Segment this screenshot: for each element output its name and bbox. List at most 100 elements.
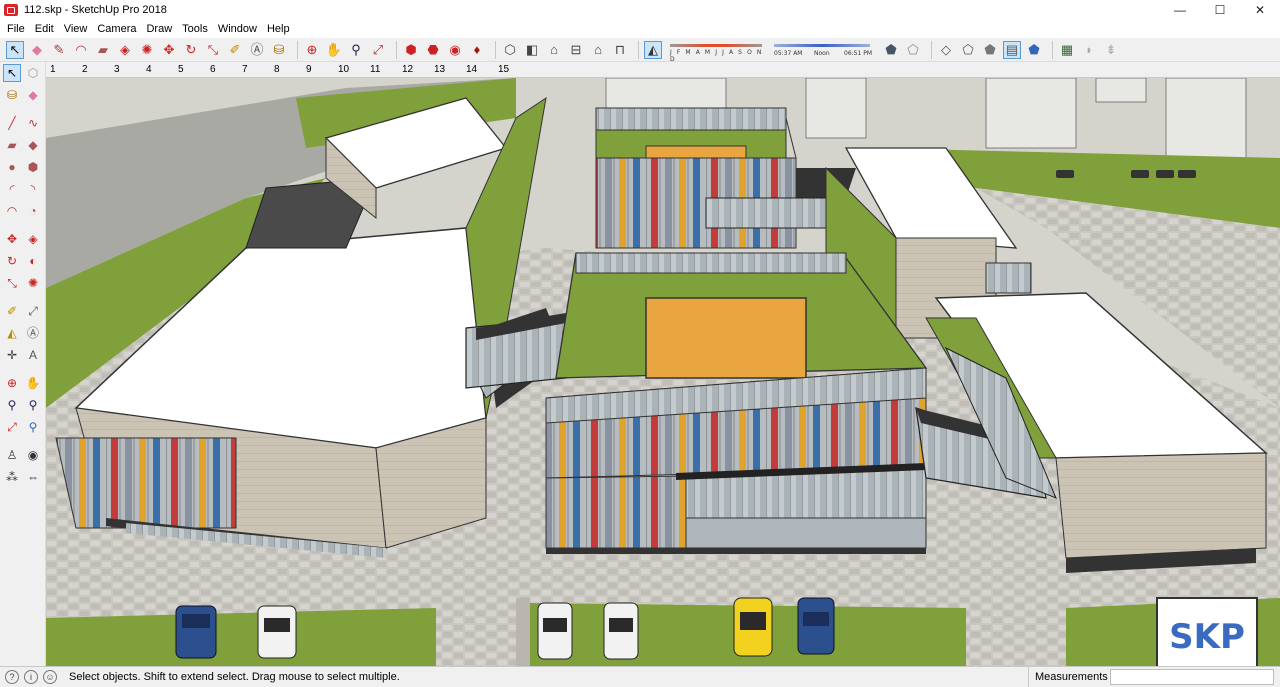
menu-view[interactable]: View — [59, 20, 93, 38]
minimize-button[interactable]: — — [1160, 0, 1200, 20]
scene-tab[interactable]: 11 — [366, 64, 398, 75]
shadow-time-slider[interactable]: 05:37 AM Noon 06:51 PM — [772, 41, 872, 59]
credits-icon[interactable]: i — [24, 669, 38, 684]
three-point-arc-icon[interactable]: ◠ — [3, 202, 21, 220]
eraser-tool-icon[interactable]: ◆ — [28, 41, 46, 59]
look-around-icon[interactable]: ◉ — [24, 446, 42, 464]
orbit-tool-icon[interactable]: ⊕ — [303, 41, 321, 59]
pan-tool-icon[interactable]: ✋ — [325, 41, 343, 59]
geo-location-icon[interactable]: ? — [5, 669, 19, 684]
right-view-icon[interactable]: ⊟ — [567, 41, 585, 59]
paint-bucket-tool-icon[interactable]: ⛁ — [270, 41, 288, 59]
left-view-icon[interactable]: ⊓ — [611, 41, 629, 59]
scale-icon[interactable]: ⤡ — [3, 274, 21, 292]
extension-warehouse-icon[interactable]: ◉ — [446, 41, 464, 59]
components-icon[interactable]: ⬣ — [424, 41, 442, 59]
ruby-icon[interactable]: ♦ — [468, 41, 486, 59]
push-pull-tool-icon[interactable]: ◈ — [116, 41, 134, 59]
pan-icon[interactable]: ✋ — [24, 374, 42, 392]
scene-tab[interactable]: 15 — [494, 64, 526, 75]
zoom-icon[interactable]: ⚲ — [3, 396, 21, 414]
menu-draw[interactable]: Draw — [141, 20, 177, 38]
move-icon[interactable]: ✥ — [3, 230, 21, 248]
shadows-toggle-icon[interactable]: ◭ — [644, 40, 662, 59]
menu-tools[interactable]: Tools — [177, 20, 213, 38]
push-pull-icon[interactable]: ◈ — [24, 230, 42, 248]
scene-tab[interactable]: 7 — [238, 64, 270, 75]
scene-tab[interactable]: 4 — [142, 64, 174, 75]
scene-tab[interactable]: 6 — [206, 64, 238, 75]
eraser-icon[interactable]: ◆ — [24, 86, 42, 104]
close-button[interactable]: ✕ — [1240, 0, 1280, 20]
make-component-icon[interactable]: ⬡ — [24, 64, 42, 82]
shaded-style-icon[interactable]: ⬟ — [981, 41, 999, 59]
two-point-arc-icon[interactable]: ◝ — [24, 180, 42, 198]
menu-edit[interactable]: Edit — [30, 20, 59, 38]
offset-icon[interactable]: ✺ — [24, 274, 42, 292]
orbit-icon[interactable]: ⊕ — [3, 374, 21, 392]
axes-icon[interactable]: ✛ — [3, 346, 21, 364]
xray-style-icon[interactable]: ⬟ — [882, 41, 900, 59]
tape-measure-tool-icon[interactable]: ✐ — [226, 41, 244, 59]
maximize-button[interactable]: ☐ — [1200, 0, 1240, 20]
warehouse-icon[interactable]: ⬢ — [402, 41, 420, 59]
select-tool-icon[interactable]: ↖ — [6, 40, 24, 59]
scene-tab-active[interactable]: 5 — [174, 64, 206, 75]
rotated-rectangle-icon[interactable]: ◆ — [24, 136, 42, 154]
model-viewport[interactable] — [46, 78, 1280, 666]
zoom-window-icon[interactable]: ⚲ — [24, 396, 42, 414]
top-view-icon[interactable]: ◧ — [523, 41, 541, 59]
measurements-input[interactable] — [1110, 669, 1274, 685]
walk-icon[interactable]: ⁂ — [3, 468, 21, 486]
scene-tab[interactable]: 3 — [110, 64, 142, 75]
back-view-icon[interactable]: ⌂ — [589, 41, 607, 59]
section-display-icon[interactable]: ◗ — [1080, 41, 1098, 59]
circle-icon[interactable]: ● — [3, 158, 21, 176]
move-tool-icon[interactable]: ✥ — [160, 41, 178, 59]
rotate-tool-icon[interactable]: ↻ — [182, 41, 200, 59]
paint-bucket-icon[interactable]: ⛁ — [3, 86, 21, 104]
menu-window[interactable]: Window — [213, 20, 262, 38]
protractor-icon[interactable]: ◭ — [3, 324, 21, 342]
user-account-icon[interactable]: ☺ — [43, 669, 57, 684]
back-edges-style-icon[interactable]: ⬠ — [904, 41, 922, 59]
position-camera-icon[interactable]: ♙ — [3, 446, 21, 464]
scene-tab[interactable]: 9 — [302, 64, 334, 75]
line-icon[interactable]: ╱ — [3, 114, 21, 132]
zoom-extents-icon[interactable]: ⤢ — [369, 41, 387, 59]
dimension-icon[interactable]: ⤢ — [24, 302, 42, 320]
front-view-icon[interactable]: ⌂ — [545, 41, 563, 59]
line-tool-icon[interactable]: ✎ — [50, 41, 68, 59]
tape-measure-icon[interactable]: ✐ — [3, 302, 21, 320]
scale-tool-icon[interactable]: ⤡ — [204, 41, 222, 59]
scene-tab[interactable]: 12 — [398, 64, 430, 75]
scene-tab[interactable]: 8 — [270, 64, 302, 75]
rotate-icon[interactable]: ↻ — [3, 252, 21, 270]
scene-tab[interactable]: 14 — [462, 64, 494, 75]
zoom-extents-icon[interactable]: ⤢ — [3, 418, 21, 436]
follow-me-icon[interactable]: ◐ — [24, 252, 42, 270]
arc-tool-icon[interactable]: ◠ — [72, 41, 90, 59]
select-icon[interactable]: ↖ — [3, 64, 21, 82]
text-tool-icon[interactable]: Ⓐ — [248, 41, 266, 59]
scene-tab[interactable]: 2 — [78, 64, 110, 75]
wireframe-style-icon[interactable]: ◇ — [937, 41, 955, 59]
arc-icon[interactable]: ◜ — [3, 180, 21, 198]
iso-view-icon[interactable]: ⬡ — [501, 41, 519, 59]
menu-help[interactable]: Help — [262, 20, 295, 38]
menu-file[interactable]: File — [2, 20, 30, 38]
3d-text-icon[interactable]: A — [24, 346, 42, 364]
freehand-icon[interactable]: ∿ — [24, 114, 42, 132]
section-plane-left-icon[interactable]: ⇔ — [24, 468, 42, 486]
previous-view-icon[interactable]: ⚲ — [24, 418, 42, 436]
section-cuts-icon[interactable]: ⇟ — [1102, 41, 1120, 59]
offset-tool-icon[interactable]: ✺ — [138, 41, 156, 59]
polygon-icon[interactable]: ⬢ — [24, 158, 42, 176]
scene-tab[interactable]: 1 — [46, 64, 78, 75]
shaded-textures-style-icon[interactable]: ▤ — [1003, 40, 1021, 59]
section-plane-icon[interactable]: ▦ — [1058, 41, 1076, 59]
rectangle-icon[interactable]: ▰ — [3, 136, 21, 154]
monochrome-style-icon[interactable]: ⬟ — [1025, 41, 1043, 59]
shadow-month-slider[interactable]: J F M A M J J A S O N D — [666, 41, 766, 63]
zoom-tool-icon[interactable]: ⚲ — [347, 41, 365, 59]
